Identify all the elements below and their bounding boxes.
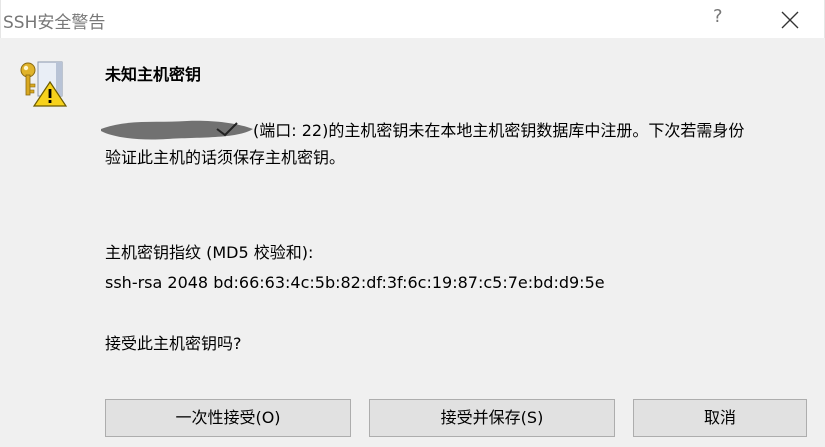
dialog-heading: 未知主机密钥 <box>105 65 202 84</box>
title-bar: SSH安全警告 ? <box>0 0 825 38</box>
window-title: SSH安全警告 <box>3 13 106 33</box>
key-warning-icon <box>16 56 68 108</box>
ssh-warning-dialog: SSH安全警告 ? 未知主机密钥 (端口: 22)的主机密钥未在本地主机密钥数据… <box>0 0 825 447</box>
message-line-1: (端口: 22)的主机密钥未在本地主机密钥数据库中注册。下次若需身份 <box>253 121 745 140</box>
accept-and-save-button[interactable]: 接受并保存(S) <box>369 399 615 437</box>
accept-question: 接受此主机密钥吗? <box>105 334 242 353</box>
accept-once-button[interactable]: 一次性接受(O) <box>105 399 351 437</box>
cancel-button[interactable]: 取消 <box>633 399 807 437</box>
redacted-hostname <box>101 120 253 140</box>
fingerprint-value: ssh-rsa 2048 bd:66:63:4c:5b:82:df:3f:6c:… <box>105 273 605 292</box>
fingerprint-label: 主机密钥指纹 (MD5 校验和): <box>105 243 314 262</box>
dialog-message: (端口: 22)的主机密钥未在本地主机密钥数据库中注册。下次若需身份 验证此主机… <box>101 117 805 171</box>
help-button[interactable]: ? <box>713 6 723 27</box>
message-line-2: 验证此主机的话须保存主机密钥。 <box>105 148 346 167</box>
close-icon[interactable] <box>779 9 801 31</box>
